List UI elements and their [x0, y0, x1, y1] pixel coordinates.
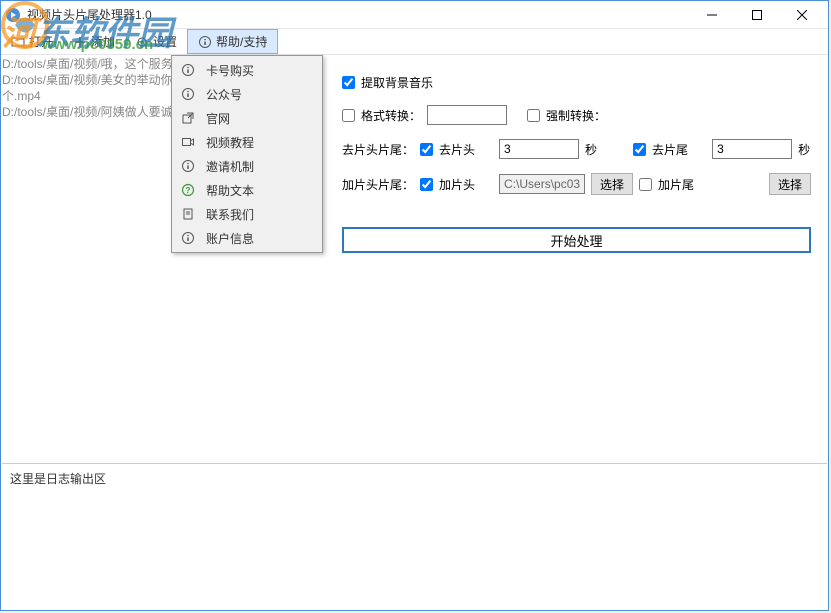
menu-help[interactable]: 帮助/支持 [187, 29, 278, 54]
label-seconds2: 秒 [798, 141, 810, 158]
label-trim-tail: 去片尾 [652, 141, 688, 158]
checkbox-trim-tail[interactable] [633, 143, 646, 156]
log-area: 这里是日志输出区 [2, 463, 827, 609]
info-icon [180, 62, 196, 78]
row-trim: 去片头片尾： 去片头 秒 去片尾 秒 [342, 139, 811, 159]
input-add-head-path [499, 174, 585, 194]
dropdown-wechat[interactable]: 公众号 [174, 82, 320, 106]
video-icon [180, 134, 196, 150]
info-icon [198, 35, 212, 49]
maximize-button[interactable] [734, 1, 779, 29]
gear-icon [135, 35, 149, 49]
label-trim: 去片头片尾： [342, 141, 414, 158]
window-controls [689, 1, 824, 29]
menu-settings[interactable]: 设置 [125, 29, 187, 54]
plus-icon [73, 35, 87, 49]
label-force-convert: 强制转换： [546, 107, 606, 124]
dropdown-card-purchase[interactable]: 卡号购买 [174, 58, 320, 82]
app-window: 视频片头片尾处理器1.0 打开 添加 设置 帮助/支持 D:/tools/桌面/… [0, 0, 829, 611]
titlebar: 视频片头片尾处理器1.0 [1, 1, 828, 29]
doc-icon [180, 206, 196, 222]
close-button[interactable] [779, 1, 824, 29]
dropdown-account[interactable]: 账户信息 [174, 226, 320, 250]
question-icon: ? [180, 182, 196, 198]
svg-text:?: ? [186, 186, 191, 195]
minimize-button[interactable] [689, 1, 734, 29]
select-head-button[interactable]: 选择 [591, 173, 633, 195]
app-icon [5, 7, 21, 23]
row-extract-bgm: 提取背景音乐 [342, 74, 811, 91]
input-format[interactable] [427, 105, 507, 125]
menubar: 打开 添加 设置 帮助/支持 [1, 29, 828, 55]
dropdown-website[interactable]: 官网 [174, 106, 320, 130]
checkbox-trim-head[interactable] [420, 143, 433, 156]
label-add-head: 加片头 [439, 176, 475, 193]
window-title: 视频片头片尾处理器1.0 [27, 6, 689, 23]
input-trim-tail[interactable] [712, 139, 792, 159]
label-seconds: 秒 [585, 141, 597, 158]
info-icon [180, 158, 196, 174]
checkbox-extract-bgm[interactable] [342, 76, 355, 89]
select-tail-button[interactable]: 选择 [769, 173, 811, 195]
dropdown-video-tutorial[interactable]: 视频教程 [174, 130, 320, 154]
label-format-convert: 格式转换： [361, 107, 421, 124]
dropdown-help-text[interactable]: ? 帮助文本 [174, 178, 320, 202]
label-add: 加片头片尾： [342, 176, 414, 193]
dropdown-invite[interactable]: 邀请机制 [174, 154, 320, 178]
checkbox-format-convert[interactable] [342, 109, 355, 122]
label-extract-bgm: 提取背景音乐 [361, 74, 433, 91]
row-format: 格式转换： 强制转换： [342, 105, 811, 125]
menu-file[interactable]: 打开 [1, 29, 63, 54]
input-trim-head[interactable] [499, 139, 579, 159]
label-trim-head: 去片头 [439, 141, 475, 158]
dropdown-contact[interactable]: 联系我们 [174, 202, 320, 226]
help-dropdown: 卡号购买 公众号 官网 视频教程 邀请机制 ? 帮助文本 联系我们 账户信息 [171, 55, 323, 253]
checkbox-add-tail[interactable] [639, 178, 652, 191]
checkbox-force-convert[interactable] [527, 109, 540, 122]
log-placeholder: 这里是日志输出区 [10, 472, 106, 486]
label-add-tail: 加片尾 [658, 176, 694, 193]
start-button[interactable]: 开始处理 [342, 227, 811, 253]
external-icon [180, 110, 196, 126]
row-add: 加片头片尾： 加片头 选择 加片尾 选择 [342, 173, 811, 195]
menu-add[interactable]: 添加 [63, 29, 125, 54]
checkbox-add-head[interactable] [420, 178, 433, 191]
info-icon [180, 230, 196, 246]
info-icon [180, 86, 196, 102]
folder-icon [11, 35, 25, 49]
